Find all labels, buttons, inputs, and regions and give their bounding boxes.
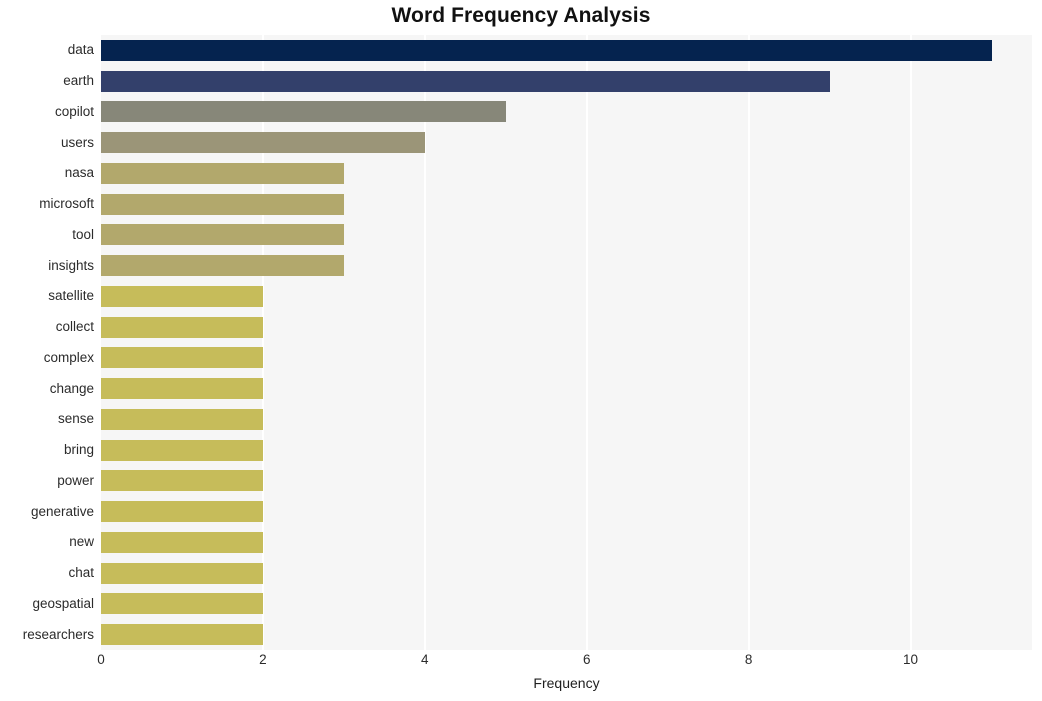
bar-row [101,35,1032,66]
bar-satellite[interactable] [101,285,263,307]
y-tick-label-satellite: satellite [48,288,94,304]
bar-row [101,250,1032,281]
bar-users[interactable] [101,132,425,154]
bar-nasa[interactable] [101,162,344,184]
x-tick-label-8: 8 [744,652,753,667]
x-axis-title: Frequency [533,675,600,691]
bar-row [101,343,1032,374]
bar-row [101,281,1032,312]
y-tick-label-bring: bring [63,442,94,458]
y-tick-label-researchers: researchers [22,626,94,642]
bar-row [101,158,1032,189]
bar-row [101,127,1032,158]
bar-row [101,66,1032,97]
y-tick-label-chat: chat [68,565,94,581]
y-tick-label-new: new [69,534,94,550]
plot-area [101,35,1032,650]
bar-sense[interactable] [101,408,263,430]
bar-generative[interactable] [101,501,263,523]
bar-row [101,466,1032,497]
bar-row [101,97,1032,128]
y-tick-label-complex: complex [43,349,94,365]
y-tick-label-generative: generative [30,503,94,519]
bar-earth[interactable] [101,70,830,92]
bar-chat[interactable] [101,562,263,584]
x-tick-label-6: 6 [582,652,591,667]
x-axis-tick-labels: 0 2 4 6 8 10 [0,652,1042,672]
bar-row [101,404,1032,435]
x-tick-label-2: 2 [259,652,267,667]
bar-geospatial[interactable] [101,593,263,615]
y-axis-tick-labels: data earth copilot users nasa microsoft tool in… [0,35,94,650]
y-tick-label-insights: insights [48,257,94,273]
bar-row [101,373,1032,404]
y-tick-label-power: power [57,472,94,488]
bar-tool[interactable] [101,224,344,246]
chart-title: Word Frequency Analysis [391,4,651,27]
x-tick-label-0: 0 [97,652,105,667]
bar-bring[interactable] [101,439,263,461]
x-tick-label-10: 10 [903,652,919,667]
bar-power[interactable] [101,470,263,492]
word-frequency-chart: Word Frequency Analysis data earth copilot… [0,0,1042,701]
bar-row [101,496,1032,527]
x-tick-label-4: 4 [421,652,429,667]
bar-row [101,589,1032,620]
y-tick-label-change: change [49,380,94,396]
y-tick-label-microsoft: microsoft [39,196,94,212]
bar-new[interactable] [101,531,263,553]
y-tick-label-data: data [67,42,94,58]
y-tick-label-sense: sense [57,411,94,427]
y-tick-label-earth: earth [63,73,94,89]
y-tick-label-users: users [60,134,94,150]
bar-insights[interactable] [101,255,344,277]
bar-collect[interactable] [101,316,263,338]
bar-row [101,527,1032,558]
bar-copilot[interactable] [101,101,506,123]
bar-row [101,220,1032,251]
bar-row [101,435,1032,466]
bar-researchers[interactable] [101,624,263,646]
y-tick-label-copilot: copilot [54,103,94,119]
bar-data[interactable] [101,39,992,61]
bar-microsoft[interactable] [101,193,344,215]
y-tick-label-tool: tool [72,226,94,242]
bar-complex[interactable] [101,347,263,369]
y-tick-label-collect: collect [55,319,94,335]
bar-row [101,189,1032,220]
bar-row [101,619,1032,650]
y-tick-label-geospatial: geospatial [32,595,94,611]
bars-layer [101,35,1032,650]
bar-row [101,312,1032,343]
y-tick-label-nasa: nasa [64,165,94,181]
bar-row [101,558,1032,589]
bar-change[interactable] [101,378,263,400]
